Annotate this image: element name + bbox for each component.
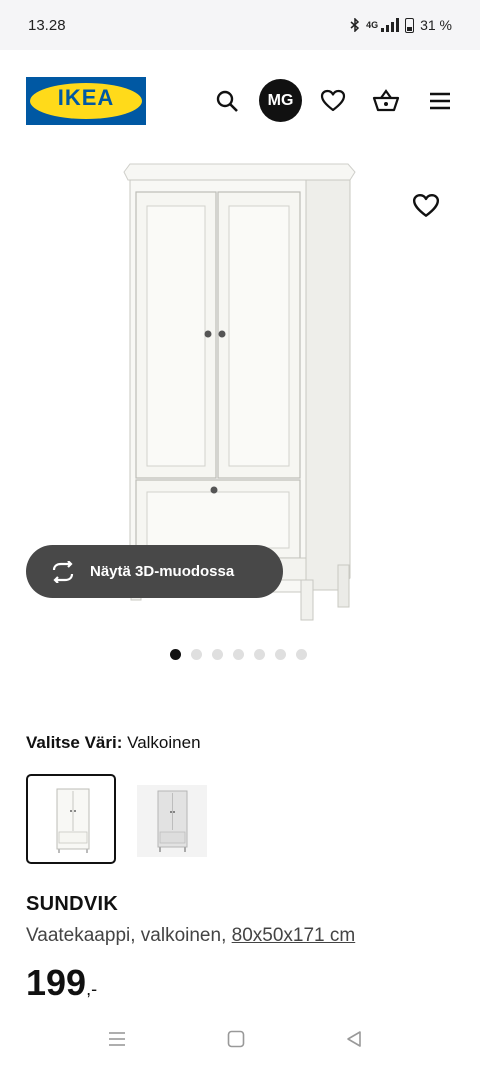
home-button[interactable] [224, 1028, 248, 1050]
pagination-dot[interactable] [212, 649, 223, 660]
swatch-thumbnail [157, 790, 188, 852]
search-icon [216, 90, 238, 112]
color-option-grey[interactable] [137, 785, 207, 857]
product-name: SUNDVIK [26, 893, 119, 915]
pagination-dot[interactable] [275, 649, 286, 660]
user-initials: MG [267, 91, 294, 109]
pagination-dot[interactable] [254, 649, 265, 660]
rotate-3d-icon [52, 560, 74, 583]
pagination-dot[interactable] [233, 649, 244, 660]
site-header: IKEA MG [0, 50, 480, 150]
menu-icon [430, 92, 450, 110]
search-button[interactable] [213, 87, 241, 115]
status-time: 13.28 [28, 16, 66, 34]
system-navigation-bar [0, 1010, 480, 1067]
heart-icon [412, 194, 440, 217]
battery-level: 31 % [420, 17, 452, 33]
logo-text: IKEA [57, 85, 115, 110]
product-dimensions-link[interactable]: 80x50x171 cm [232, 925, 356, 946]
heart-icon [320, 89, 346, 112]
home-icon [227, 1030, 245, 1048]
price-integer: 199 [26, 962, 87, 1003]
product-type: Vaatekaappi, valkoinen, [26, 925, 227, 946]
favourites-button[interactable] [319, 87, 347, 115]
pagination-dot[interactable] [170, 649, 181, 660]
cart-button[interactable] [372, 87, 400, 115]
basket-icon [372, 89, 400, 112]
user-avatar[interactable]: MG [259, 79, 302, 122]
pagination-dot[interactable] [191, 649, 202, 660]
product-favourite-button[interactable] [412, 193, 442, 221]
product-description: Vaatekaappi, valkoinen, 80x50x171 cm [26, 925, 355, 947]
battery-icon [405, 17, 415, 33]
selected-color: Valkoinen [127, 733, 201, 752]
pagination-dot[interactable] [296, 649, 307, 660]
price-decimal: ,- [86, 979, 98, 999]
ikea-logo[interactable]: IKEA [26, 77, 146, 125]
swatch-thumbnail [56, 788, 90, 853]
view-3d-label: Näytä 3D-muodossa [90, 563, 235, 580]
network-type: 4G [366, 20, 379, 30]
status-bar: 13.28 4G 31 % [0, 0, 480, 50]
recent-apps-button[interactable] [105, 1028, 129, 1050]
color-label-prefix: Valitse Väri: [26, 733, 123, 752]
view-3d-button[interactable]: Näytä 3D-muodossa [26, 545, 283, 598]
status-icons: 4G 31 % [350, 17, 452, 33]
back-button[interactable] [342, 1028, 366, 1050]
menu-button[interactable] [426, 87, 454, 115]
back-icon [347, 1031, 361, 1047]
color-selector-label: Valitse Väri: Valkoinen [26, 733, 201, 753]
product-price: 199,- [26, 962, 97, 1004]
color-option-white[interactable] [26, 774, 116, 864]
signal-icon [381, 18, 400, 32]
bluetooth-icon [350, 18, 360, 32]
recent-apps-icon [109, 1032, 125, 1046]
image-pagination [170, 649, 307, 660]
